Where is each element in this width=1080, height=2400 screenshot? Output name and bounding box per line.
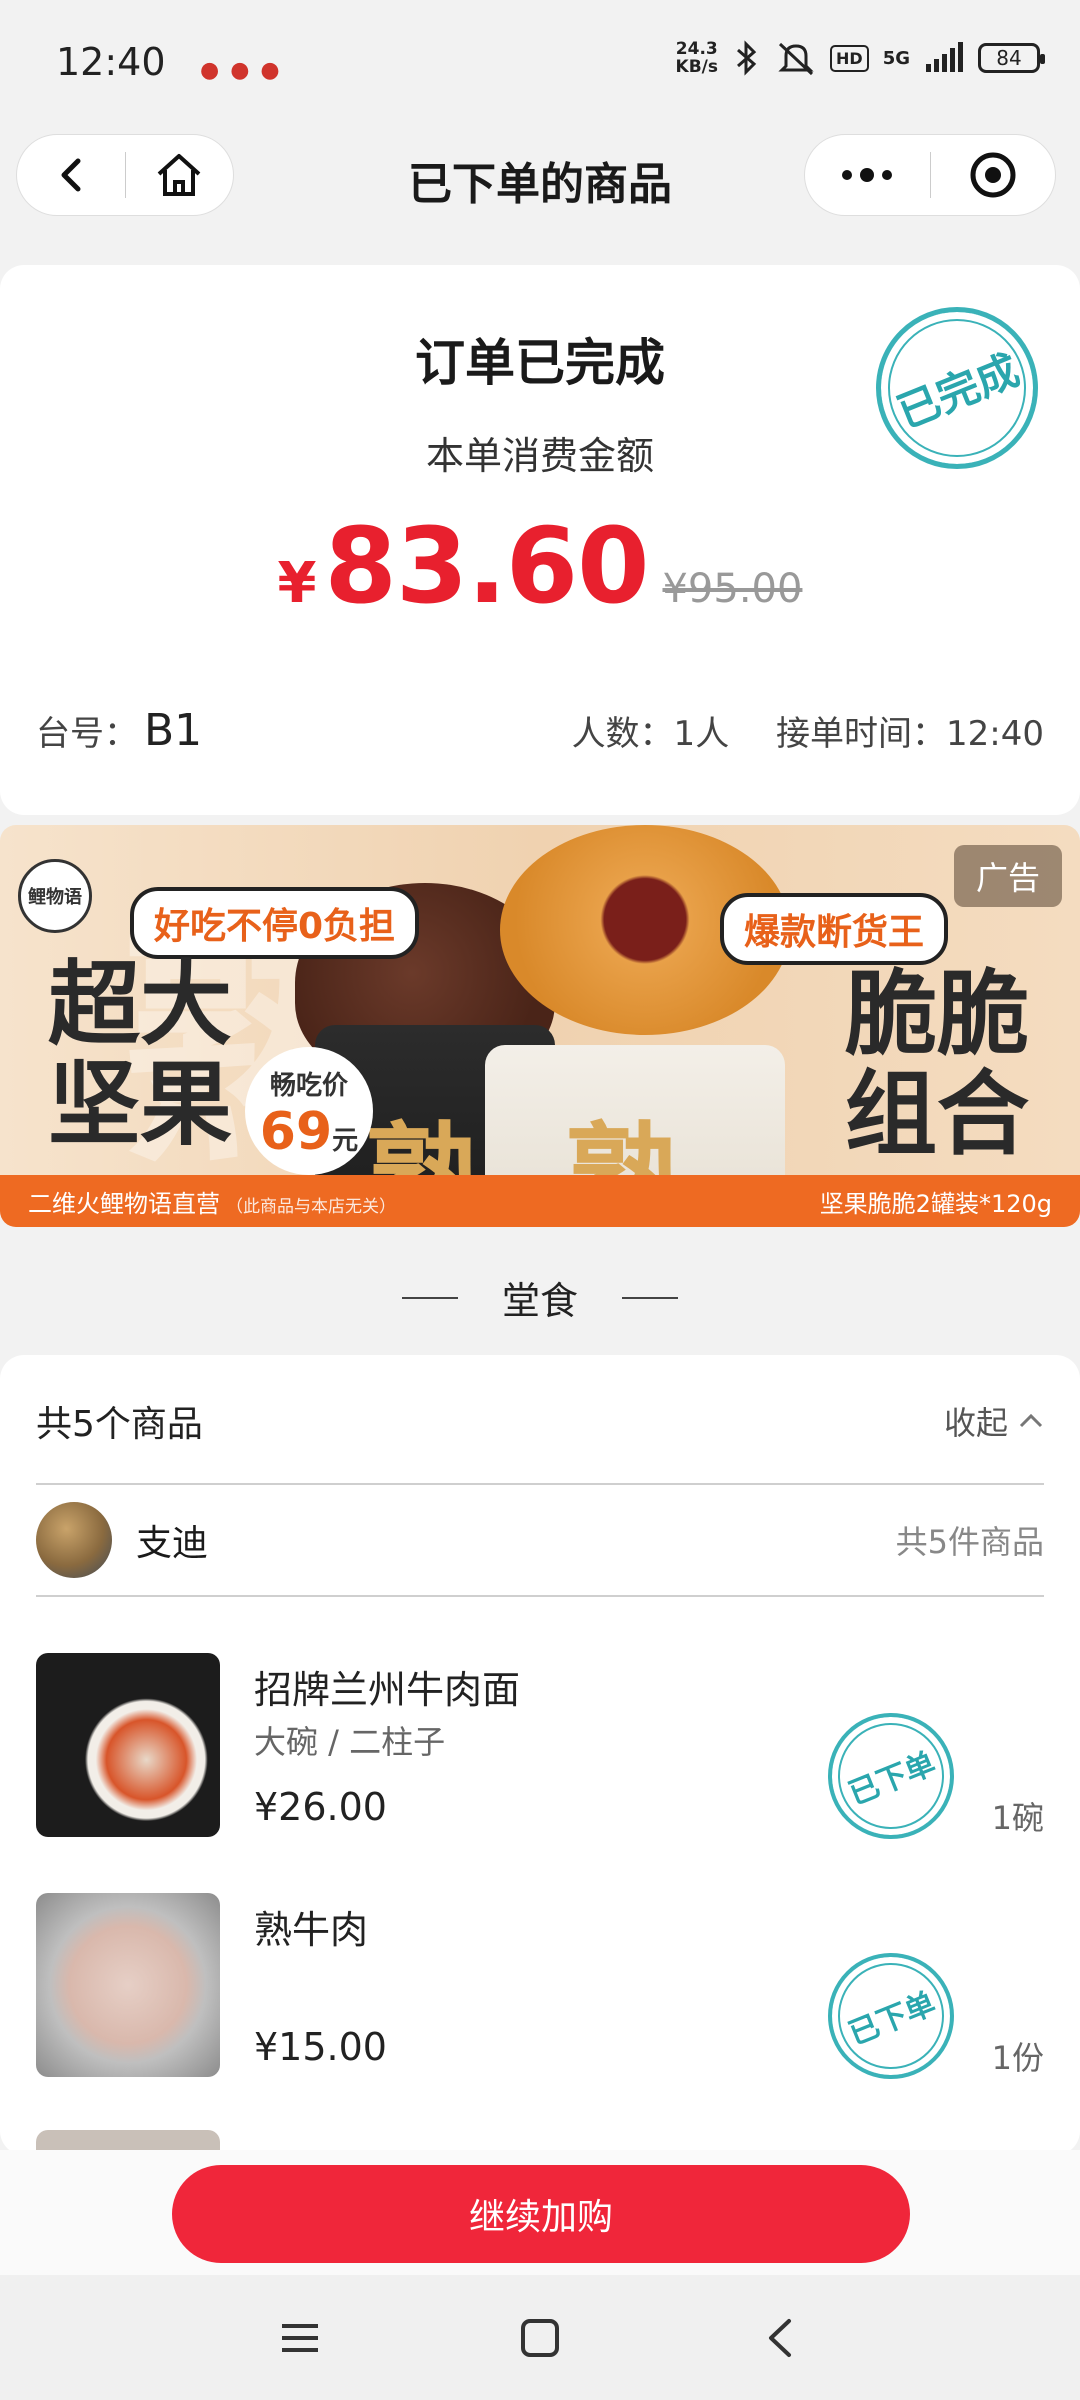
ad-price-label: 畅吃价 bbox=[269, 1071, 348, 1101]
list-item[interactable]: 招牌兰州牛肉面 大碗 / 二柱子 ¥26.00 已下单 1碗 bbox=[36, 1653, 1044, 1839]
ad-footer: 二维火鲤物语直营 （此商品与本店无关） 坚果脆脆2罐装*120g bbox=[0, 1175, 1080, 1227]
ad-price-badge: 畅吃价 69元 bbox=[245, 1047, 373, 1175]
bluetooth-icon bbox=[737, 40, 757, 76]
ad-headline-left-2: 坚果 bbox=[48, 1051, 233, 1158]
back-arrow-icon bbox=[61, 158, 81, 192]
chevron-up-icon bbox=[1019, 1413, 1043, 1428]
items-count: 共5个商品 bbox=[36, 1404, 203, 1445]
order-summary-card: 订单已完成 本单消费金额 ¥ 83.60 ¥95.00 已完成 台号： B1 人数… bbox=[0, 265, 1080, 815]
order-amount: 83.60 bbox=[324, 505, 650, 627]
completed-stamp-text: 已完成 bbox=[890, 344, 1026, 438]
item-image bbox=[36, 1893, 220, 2077]
action-bar: 继续加购 bbox=[0, 2150, 1080, 2275]
item-qty: 1份 bbox=[991, 2039, 1044, 2077]
net-speed: 24.3 KB/s bbox=[676, 40, 718, 76]
order-time: 接单时间：12:40 bbox=[776, 714, 1044, 754]
collapse-toggle[interactable]: 收起 bbox=[944, 1398, 1044, 1444]
back-key[interactable] bbox=[750, 2308, 810, 2368]
ad-footer-right: 坚果脆脆2罐装*120g bbox=[819, 1189, 1052, 1218]
section-header: 堂食 bbox=[0, 1270, 1080, 1325]
order-meta-right: 人数：1人 接单时间：12:40 bbox=[536, 706, 1044, 755]
target-icon bbox=[970, 152, 1016, 198]
ordered-stamp-text: 已下单 bbox=[844, 1986, 941, 2053]
nav-right-capsule bbox=[804, 134, 1056, 216]
net-speed-value: 24.3 bbox=[675, 39, 718, 59]
ad-footer-left: 二维火鲤物语直营 （此商品与本店无关） bbox=[28, 1184, 396, 1219]
order-meta: 台号： B1 人数：1人 接单时间：12:40 bbox=[36, 705, 1044, 756]
home-icon bbox=[157, 154, 201, 196]
ad-headline-right-2: 组合 bbox=[845, 1061, 1030, 1168]
status-icons: 24.3 KB/s HD 5G 84 bbox=[676, 40, 1045, 76]
nav-left-capsule bbox=[16, 134, 234, 216]
ad-bubble-right: 爆款断货王 bbox=[720, 893, 949, 965]
table-info: 台号： B1 bbox=[36, 705, 202, 756]
original-amount: ¥95.00 bbox=[662, 566, 803, 612]
ad-bubble-left: 好吃不停0负担 bbox=[130, 887, 420, 959]
ad-disclaimer: （此商品与本店无关） bbox=[226, 1196, 396, 1217]
ordered-stamp-text: 已下单 bbox=[844, 1746, 941, 1813]
net-speed-unit: KB/s bbox=[675, 57, 719, 77]
more-button[interactable] bbox=[805, 134, 930, 216]
ad-headline-left-1: 超大 bbox=[48, 951, 233, 1058]
signal-icon bbox=[926, 42, 963, 72]
menu-key[interactable] bbox=[270, 2308, 330, 2368]
ad-headline-left: 超大 坚果 bbox=[48, 955, 232, 1155]
ad-banner[interactable]: 熟 鲤物语 广告 熟 熟 好吃不停0负担 爆款断货王 超大 坚果 脆脆 组合 畅… bbox=[0, 825, 1080, 1227]
section-line-left bbox=[401, 1296, 458, 1299]
back-triangle-icon bbox=[769, 2318, 791, 2357]
user-row: 支迪 共5件商品 bbox=[36, 1500, 1044, 1580]
item-name: 招牌兰州牛肉面 bbox=[254, 1668, 521, 1712]
item-price: ¥15.00 bbox=[254, 2025, 387, 2069]
divider bbox=[36, 1595, 1044, 1597]
notification-dots-icon: ● ● ● bbox=[200, 58, 282, 83]
divider bbox=[36, 1483, 1044, 1485]
nav-bar: 已下单的商品 bbox=[0, 130, 1080, 240]
table-label: 台号： bbox=[36, 714, 138, 754]
user-item-total: 共5件商品 bbox=[895, 1523, 1044, 1561]
section-title: 堂食 bbox=[501, 1279, 578, 1323]
status-time: 12:40 bbox=[56, 40, 166, 84]
list-item[interactable]: 熟牛肉 ¥15.00 已下单 1份 bbox=[36, 1893, 1044, 2079]
battery-icon: 84 bbox=[978, 43, 1045, 73]
avatar bbox=[36, 1502, 112, 1578]
ordered-stamp: 已下单 bbox=[828, 1953, 954, 2079]
mute-icon bbox=[778, 42, 814, 76]
table-number: B1 bbox=[144, 705, 203, 756]
close-miniprogram-button[interactable] bbox=[931, 134, 1056, 216]
ad-price-unit: 元 bbox=[332, 1126, 359, 1156]
items-header: 共5个商品 收起 bbox=[36, 1395, 1044, 1447]
collapse-label: 收起 bbox=[943, 1404, 1008, 1442]
back-button[interactable] bbox=[17, 134, 125, 216]
item-price: ¥26.00 bbox=[254, 1785, 387, 1829]
menu-icon bbox=[282, 2323, 318, 2352]
square-icon bbox=[521, 2318, 559, 2357]
item-name: 熟牛肉 bbox=[254, 1908, 369, 1952]
hd-badge: HD bbox=[830, 44, 869, 72]
section-line-right bbox=[622, 1296, 678, 1299]
completed-stamp: 已完成 bbox=[876, 307, 1038, 469]
order-price: ¥ 83.60 ¥95.00 bbox=[0, 505, 1080, 627]
items-card: 共5个商品 收起 支迪 共5件商品 招牌兰州牛肉面 大碗 / 二柱子 ¥26.0… bbox=[0, 1355, 1080, 2155]
ad-price-value: 69 bbox=[259, 1102, 333, 1162]
item-image bbox=[36, 1653, 220, 1837]
user-name: 支迪 bbox=[136, 1523, 209, 1564]
item-spec: 大碗 / 二柱子 bbox=[254, 1723, 446, 1761]
system-nav-bar bbox=[0, 2275, 1080, 2400]
ad-store-name: 二维火鲤物语直营 bbox=[28, 1189, 220, 1218]
network-type: 5G bbox=[882, 47, 910, 69]
currency-symbol: ¥ bbox=[277, 551, 317, 616]
people-count: 人数：1人 bbox=[571, 714, 730, 754]
more-dots-icon bbox=[842, 168, 893, 182]
ad-label: 广告 bbox=[953, 845, 1062, 907]
ordered-stamp: 已下单 bbox=[828, 1713, 954, 1839]
status-bar: 12:40 ● ● ● 24.3 KB/s HD 5G 84 bbox=[0, 0, 1080, 130]
brand-logo: 鲤物语 bbox=[18, 859, 92, 933]
item-qty: 1碗 bbox=[991, 1799, 1044, 1837]
home-key[interactable] bbox=[510, 2308, 570, 2368]
ad-headline-right-1: 脆脆 bbox=[845, 961, 1030, 1068]
ad-headline-right: 脆脆 组合 bbox=[845, 965, 1029, 1165]
home-button[interactable] bbox=[126, 134, 234, 216]
continue-ordering-button[interactable]: 继续加购 bbox=[172, 2165, 910, 2263]
